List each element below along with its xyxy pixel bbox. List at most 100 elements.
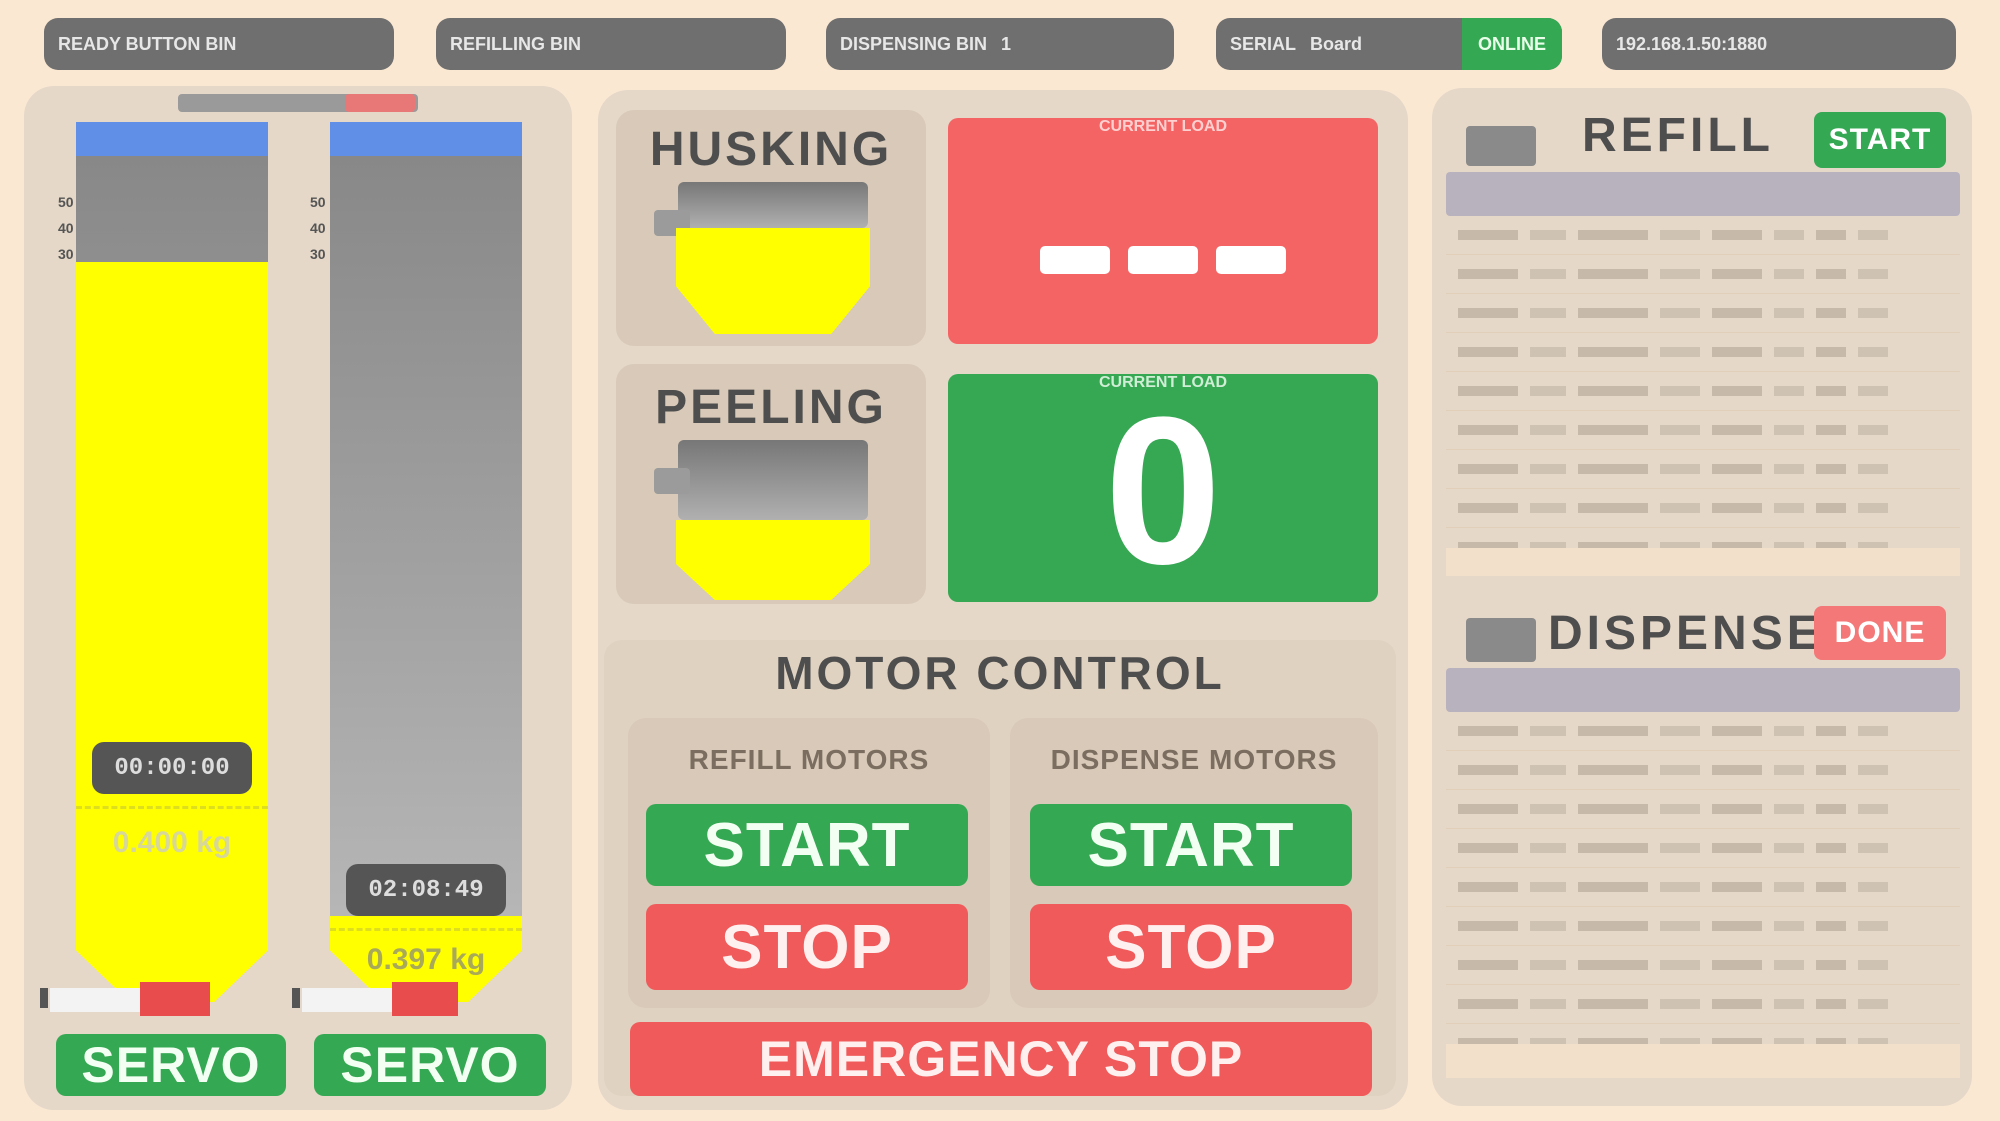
- table-cell: [1816, 804, 1846, 814]
- table-cell: [1816, 921, 1846, 931]
- peeling-bin: [676, 520, 870, 600]
- status-ready-button-bin: READY BUTTON BIN: [44, 18, 394, 70]
- dispense-title: DISPENSE: [1548, 607, 1823, 660]
- slider-tick: [292, 988, 300, 1008]
- tank-header: [330, 122, 522, 156]
- tank-body: [76, 156, 268, 916]
- slider-track[interactable]: [50, 988, 140, 1012]
- table-row: [1446, 333, 1960, 372]
- table-cell: [1530, 503, 1566, 513]
- table-cell: [1660, 386, 1700, 396]
- tank-weight: 0.397 kg: [330, 928, 522, 988]
- peeling-count: 0: [1104, 373, 1222, 608]
- table-cell: [1774, 765, 1804, 775]
- dash-segment: [1040, 246, 1110, 274]
- table-cell: [1458, 726, 1518, 736]
- refill-stop-button[interactable]: STOP: [646, 904, 968, 990]
- husking-hopper: [678, 182, 868, 228]
- table-cell: [1774, 804, 1804, 814]
- tank-scale-label: 50: [58, 194, 74, 210]
- table-cell: [1816, 726, 1846, 736]
- table-cell: [1816, 308, 1846, 318]
- tank-body: [330, 156, 522, 916]
- table-cell: [1530, 726, 1566, 736]
- motor-control-title: MOTOR CONTROL: [775, 647, 1225, 699]
- tank-1: 00:00:00 0.400 kg: [76, 122, 268, 1002]
- refill-table-header: [1446, 172, 1960, 216]
- table-cell: [1858, 843, 1888, 853]
- table-cell: [1712, 882, 1762, 892]
- slider-knob[interactable]: [140, 982, 210, 1016]
- table-cell: [1578, 765, 1648, 775]
- husking-status-box: CURRENT LOAD: [948, 118, 1378, 344]
- refill-start-button[interactable]: START: [646, 804, 968, 886]
- table-cell: [1816, 882, 1846, 892]
- table-cell: [1660, 269, 1700, 279]
- table-cell: [1578, 230, 1648, 240]
- table-cell: [1816, 269, 1846, 279]
- dispense-motors-title: DISPENSE MOTORS: [1050, 744, 1338, 775]
- table-cell: [1816, 386, 1846, 396]
- table-cell: [1660, 726, 1700, 736]
- table-cell: [1578, 425, 1648, 435]
- dash-segment: [1216, 246, 1286, 274]
- table-cell: [1458, 921, 1518, 931]
- servo-button-2[interactable]: SERVO: [314, 1034, 546, 1096]
- table-cell: [1774, 882, 1804, 892]
- table-cell: [1530, 765, 1566, 775]
- table-cell: [1858, 464, 1888, 474]
- table-cell: [1816, 230, 1846, 240]
- table-cell: [1530, 882, 1566, 892]
- dispense-start-button[interactable]: START: [1030, 804, 1352, 886]
- slider-track[interactable]: [302, 988, 392, 1012]
- refill-motors-title: REFILL MOTORS: [688, 744, 930, 775]
- table-cell: [1858, 425, 1888, 435]
- tank-indicator-alert: [345, 94, 415, 112]
- table-cell: [1774, 726, 1804, 736]
- table-row: [1446, 372, 1960, 411]
- dispense-stop-button[interactable]: STOP: [1030, 904, 1352, 990]
- status-serial: SERIAL Board ONLINE: [1216, 18, 1562, 70]
- status-label: REFILLING BIN: [450, 33, 581, 54]
- dispense-icon: [1466, 618, 1536, 662]
- tank-scale-label: 40: [58, 220, 74, 236]
- table-cell: [1458, 308, 1518, 318]
- table-cell: [1774, 921, 1804, 931]
- table-cell: [1530, 308, 1566, 318]
- table-cell: [1774, 464, 1804, 474]
- table-cell: [1712, 843, 1762, 853]
- table-cell: [1712, 804, 1762, 814]
- table-cell: [1458, 503, 1518, 513]
- table-row: [1446, 985, 1960, 1024]
- emergency-stop-button[interactable]: EMERGENCY STOP: [630, 1022, 1372, 1096]
- table-cell: [1530, 921, 1566, 931]
- table-cell: [1858, 230, 1888, 240]
- status-label: 192.168.1.50:1880: [1616, 33, 1768, 54]
- husking-title: HUSKING: [649, 123, 893, 176]
- table-cell: [1774, 386, 1804, 396]
- table-row: [1446, 790, 1960, 829]
- slider-knob[interactable]: [392, 982, 458, 1016]
- table-cell: [1858, 726, 1888, 736]
- table-cell: [1458, 843, 1518, 853]
- table-cell: [1578, 503, 1648, 513]
- tank-timer: 02:08:49: [346, 864, 506, 916]
- table-cell: [1530, 269, 1566, 279]
- table-cell: [1774, 999, 1804, 1009]
- table-cell: [1858, 882, 1888, 892]
- table-row: [1446, 294, 1960, 333]
- status-dispensing-bin: DISPENSING BIN 1: [826, 18, 1174, 70]
- refill-status-badge: START: [1814, 112, 1946, 168]
- status-value: 1: [1001, 33, 1012, 54]
- table-cell: [1660, 503, 1700, 513]
- table-cell: [1660, 464, 1700, 474]
- table-cell: [1458, 804, 1518, 814]
- table-cell: [1458, 230, 1518, 240]
- table-cell: [1816, 503, 1846, 513]
- table-cell: [1858, 386, 1888, 396]
- table-cell: [1530, 999, 1566, 1009]
- servo-button-1[interactable]: SERVO: [56, 1034, 286, 1096]
- table-cell: [1578, 386, 1648, 396]
- table-cell: [1660, 347, 1700, 357]
- tank-weight: 0.400 kg: [76, 806, 268, 876]
